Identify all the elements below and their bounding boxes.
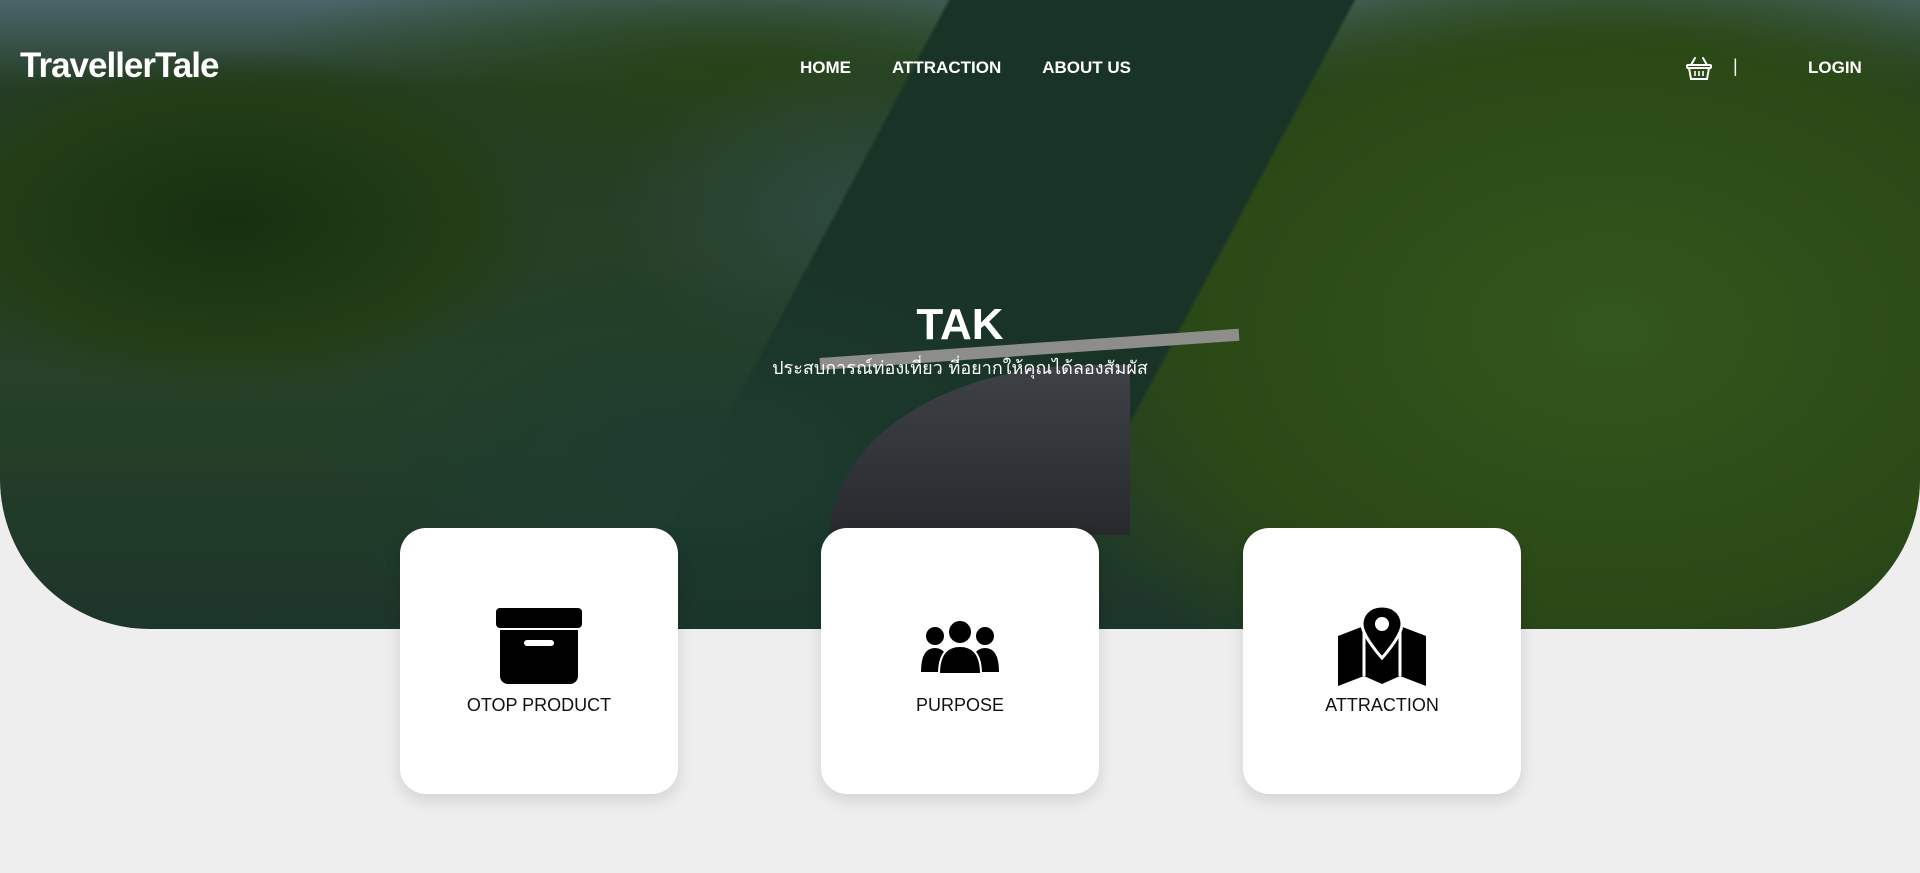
login-button[interactable]: LOGIN bbox=[1808, 58, 1862, 78]
header-divider: | bbox=[1733, 56, 1738, 76]
card-label: PURPOSE bbox=[915, 695, 1005, 715]
map-pin-icon bbox=[1336, 604, 1428, 692]
main-nav: HOME ATTRACTION ABOUT US bbox=[800, 58, 1131, 78]
hero-subtitle: ประสบการณ์ท่องเที่ยว ที่อยากให้คุณได้ลอง… bbox=[772, 358, 1148, 379]
nav-about-us[interactable]: ABOUT US bbox=[1042, 58, 1131, 78]
card-label: ATTRACTION bbox=[1325, 695, 1439, 715]
nav-home[interactable]: HOME bbox=[800, 58, 851, 78]
site-logo[interactable]: TravellerTale bbox=[20, 46, 219, 86]
nav-attraction[interactable]: ATTRACTION bbox=[892, 58, 1001, 78]
hero-title: TAK bbox=[916, 300, 1004, 349]
archive-box-icon bbox=[494, 606, 584, 690]
card-attraction[interactable]: ATTRACTION bbox=[1243, 528, 1521, 794]
card-label: OTOP PRODUCT bbox=[466, 695, 612, 715]
users-group-icon bbox=[921, 619, 999, 678]
card-otop-product[interactable]: OTOP PRODUCT bbox=[400, 528, 678, 794]
card-purpose[interactable]: PURPOSE bbox=[821, 528, 1099, 794]
basket-icon[interactable] bbox=[1685, 55, 1713, 81]
dam-wall bbox=[830, 365, 1130, 535]
